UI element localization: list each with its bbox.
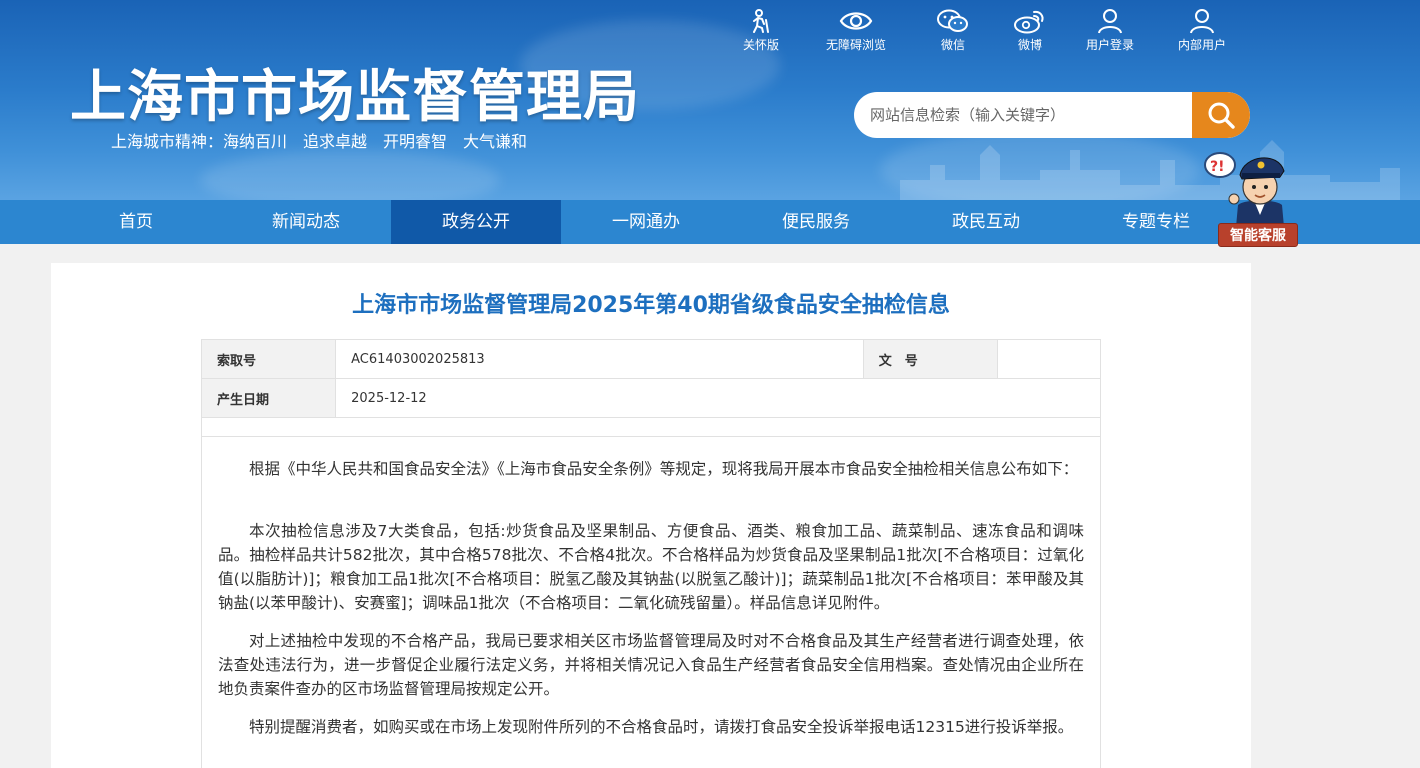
site-slogan: 上海城市精神：海纳百川 追求卓越 开明睿智 大气谦和 — [111, 132, 528, 151]
top-link-user-login[interactable]: 用户登录 — [1086, 8, 1134, 53]
top-link-label: 关怀版 — [743, 38, 780, 52]
top-link-label: 微博 — [1017, 38, 1042, 52]
wechat-icon — [937, 9, 968, 32]
article-paragraph: 特别提醒消费者，如购买或在市场上发现附件所列的不合格食品时，请拨打食品安全投诉举… — [249, 718, 1074, 736]
top-link-label: 用户登录 — [1086, 38, 1135, 52]
nav-item-one-stop-service[interactable]: 一网通办 — [561, 200, 731, 244]
top-link-accessibility[interactable]: 无障碍浏览 — [826, 8, 886, 53]
article-paragraph: 本次抽检信息涉及7大类食品，包括:炒货食品及坚果制品、方便食品、酒类、粮食加工品… — [218, 522, 1084, 612]
article-paragraph: 对上述抽检中发现的不合格产品，我局已要求相关区市场监督管理局及时对不合格食品及其… — [218, 632, 1084, 698]
skyline-decoration — [900, 140, 1400, 200]
elderly-icon — [753, 9, 769, 33]
search-icon — [1208, 102, 1235, 129]
top-link-label: 微信 — [940, 38, 965, 52]
article-title: 上海市市场监督管理局2025年第40期省级食品安全抽检信息 — [352, 293, 950, 318]
nav-item-interaction[interactable]: 政民互动 — [901, 200, 1071, 244]
nav-item-public-service[interactable]: 便民服务 — [731, 200, 901, 244]
article-paragraph: 根据《中华人民共和国食品安全法》《上海市食品安全条例》等规定，现将我局开展本市食… — [249, 460, 1079, 478]
article-body: 根据《中华人民共和国食品安全法》《上海市食品安全条例》等规定，现将我局开展本市食… — [201, 437, 1101, 768]
search-input[interactable] — [854, 92, 1192, 138]
user-icon — [1098, 9, 1122, 34]
svg-text:?!: ?! — [1210, 159, 1225, 175]
top-links: 关怀版 无障碍浏览 微信 微博 用户登录 内部用户 — [733, 8, 1253, 56]
top-link-label: 无障碍浏览 — [826, 38, 887, 52]
search-button[interactable] — [1192, 92, 1250, 138]
meta-doc-value — [996, 339, 1102, 379]
article-container: 上海市市场监督管理局2025年第40期省级食品安全抽检信息 索取号 AC6140… — [51, 263, 1251, 768]
meta-index-label: 索取号 — [200, 339, 337, 379]
search-box — [854, 92, 1250, 138]
nav-item-news[interactable]: 新闻动态 — [221, 200, 391, 244]
meta-spacer — [201, 417, 1101, 437]
meta-date-value: 2025-12-12 — [335, 378, 1101, 418]
meta-index-value: AC61403002025813 — [335, 339, 864, 379]
nav-item-government-affairs[interactable]: 政务公开 — [391, 200, 561, 244]
meta-doc-label: 文 号 — [862, 339, 998, 379]
top-link-care-version[interactable]: 关怀版 — [743, 8, 779, 53]
meta-date-label: 产生日期 — [200, 378, 337, 418]
top-link-wechat[interactable]: 微信 — [936, 8, 970, 53]
top-link-label: 内部用户 — [1178, 38, 1227, 52]
cloud-decoration — [200, 150, 500, 200]
top-link-weibo[interactable]: 微博 — [1013, 8, 1047, 53]
smart-customer-service[interactable]: ?! 智能客服 — [1200, 145, 1304, 250]
police-avatar-icon: ?! — [1204, 152, 1285, 227]
weibo-icon — [1014, 10, 1044, 34]
site-title: 上海市市场监督管理局 — [70, 65, 640, 130]
top-link-internal-user[interactable]: 内部用户 — [1178, 8, 1226, 53]
nav-item-home[interactable]: 首页 — [51, 200, 221, 244]
user-icon — [1190, 9, 1214, 34]
smart-customer-service-label: 智能客服 — [1218, 223, 1298, 247]
article-meta-table: 索取号 AC61403002025813 文 号 产生日期 2025-12-12 — [200, 339, 1102, 437]
eye-icon — [839, 12, 873, 30]
